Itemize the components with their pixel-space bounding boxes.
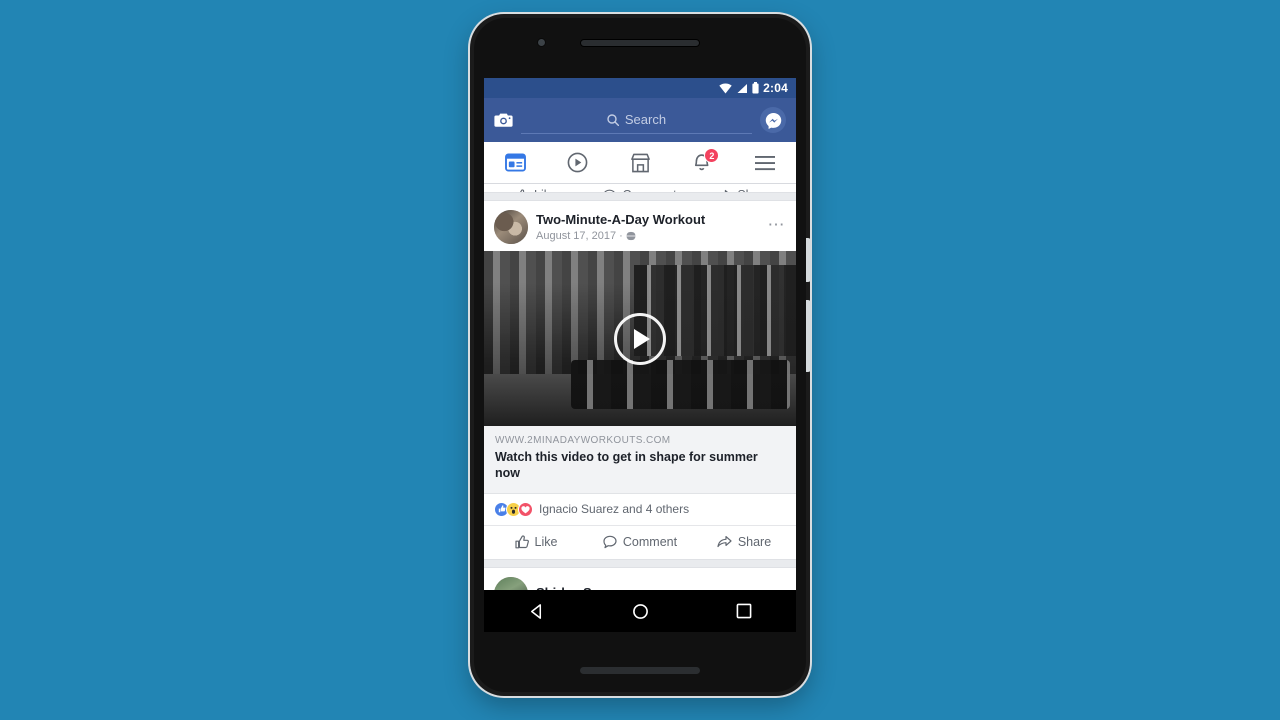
search-input[interactable]: Search [521, 106, 752, 134]
search-icon [607, 113, 619, 126]
reactions-row[interactable]: Ignacio Suarez and 4 others [484, 494, 796, 525]
play-button[interactable] [614, 312, 666, 365]
feed-separator [484, 558, 796, 568]
tab-menu[interactable] [734, 142, 796, 183]
post-header: Two-Minute-A-Day Workout August 17, 2017… [484, 201, 796, 251]
thumbs-up-icon [519, 188, 525, 192]
reaction-icons [494, 501, 533, 517]
notification-badge: 2 [704, 148, 720, 163]
back-triangle-icon[interactable] [528, 603, 545, 620]
messenger-button[interactable] [760, 107, 786, 133]
app-header: Search [484, 98, 796, 142]
comment-button[interactable]: Comment [588, 535, 692, 549]
earpiece-speaker [580, 39, 700, 47]
android-navigation-bar [484, 590, 796, 632]
share-arrow-icon [725, 189, 729, 192]
post-meta: August 17, 2017 · [536, 230, 760, 242]
love-reaction-icon [518, 501, 533, 517]
post-author[interactable]: Two-Minute-A-Day Workout [536, 212, 760, 228]
battery-icon [752, 82, 759, 94]
phone-screen: 2:04 Search 2 Two-Minute-A-Day Workout A… [484, 78, 796, 590]
comment-label: Comment [622, 188, 676, 192]
comment-button[interactable]: Comment [588, 188, 692, 192]
next-post-header: Shirley Sun [484, 568, 796, 590]
comment-bubble-icon [603, 535, 617, 549]
like-button[interactable]: Like [484, 188, 588, 192]
bottom-speaker [580, 667, 700, 674]
post-timestamp: August 17, 2017 [536, 229, 617, 242]
feed-separator [484, 192, 796, 201]
power-button[interactable] [806, 238, 811, 282]
share-button[interactable]: Share [692, 535, 796, 549]
tab-notifications[interactable]: 2 [671, 142, 733, 183]
messenger-icon [765, 112, 781, 129]
play-circle-icon [567, 152, 588, 173]
like-label: Like [534, 535, 558, 549]
tab-news-feed[interactable] [484, 142, 546, 183]
news-feed-icon [504, 153, 526, 172]
link-title: Watch this video to get in shape for sum… [495, 450, 758, 481]
share-label: Share [737, 188, 770, 192]
store-icon [630, 153, 650, 172]
post-action-bar: Like Comment Share [484, 524, 796, 559]
dumbbell-rack [571, 359, 790, 409]
signal-icon [737, 83, 748, 93]
play-triangle-icon [634, 328, 650, 349]
globe-icon [625, 230, 636, 241]
link-preview[interactable]: WWW.2MINADAYWORKOUTS.COM Watch this vide… [484, 426, 796, 494]
share-button[interactable]: Share [692, 188, 796, 192]
avatar[interactable] [494, 210, 528, 244]
volume-button[interactable] [806, 300, 811, 372]
news-feed: Like Comment Share [484, 178, 796, 590]
status-bar-time: 2:04 [763, 81, 788, 95]
more-options-icon[interactable]: ⋯ [768, 216, 787, 239]
video-thumbnail[interactable] [484, 251, 796, 426]
status-bar: 2:04 [484, 78, 796, 98]
camera-icon[interactable] [494, 112, 513, 128]
search-placeholder: Search [624, 112, 667, 127]
recents-square-icon[interactable] [736, 603, 752, 619]
like-button[interactable]: Like [484, 535, 588, 549]
tab-marketplace[interactable] [609, 142, 671, 183]
wifi-icon [719, 82, 732, 93]
front-camera-icon [537, 38, 546, 47]
post-card: Two-Minute-A-Day Workout August 17, 2017… [484, 201, 796, 559]
comment-bubble-icon [604, 189, 616, 192]
comment-label: Comment [622, 535, 678, 549]
link-domain: WWW.2MINADAYWORKOUTS.COM [495, 435, 671, 446]
next-post-card: Shirley Sun [484, 567, 796, 590]
share-arrow-icon [717, 536, 732, 548]
reaction-summary: Ignacio Suarez and 4 others [539, 502, 690, 516]
share-label: Share [737, 535, 772, 549]
meta-separator: · [619, 229, 623, 242]
thumbs-up-icon [514, 535, 529, 549]
like-label: Like [534, 188, 557, 192]
avatar[interactable] [494, 576, 528, 590]
tab-bar: 2 [484, 142, 796, 184]
hamburger-icon [754, 155, 775, 170]
tab-watch[interactable] [546, 142, 608, 183]
home-circle-icon[interactable] [632, 603, 649, 620]
